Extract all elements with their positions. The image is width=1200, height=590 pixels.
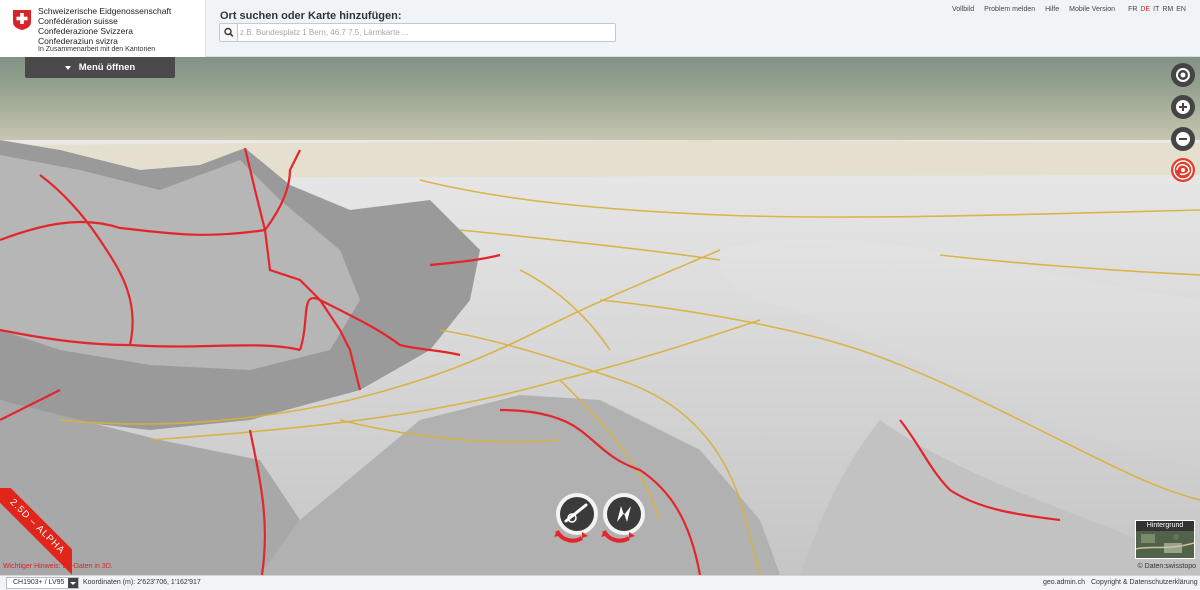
coordinates-display: Koordinaten (m): 2'623'706, 1'162'917 <box>83 579 201 586</box>
search-title: Ort suchen oder Karte hinzufügen: <box>220 10 402 22</box>
rotate-left-control[interactable] <box>554 493 598 543</box>
report-problem-link[interactable]: Problem melden <box>984 6 1035 13</box>
confederation-name-rm: Confederaziun svizra <box>38 36 118 46</box>
zoom-in-icon <box>1176 100 1190 114</box>
3d-toggle-icon <box>1173 160 1193 180</box>
attribution[interactable]: © Daten:swisstopo <box>1138 563 1196 570</box>
help-link[interactable]: Hilfe <box>1045 6 1059 13</box>
cantons-note: In Zusammenarbeit mit den Kantonen <box>38 46 156 53</box>
crs-select-value: CH1903+ / LV95 <box>13 579 65 586</box>
search-icon[interactable] <box>220 24 238 41</box>
confederation-name-it: Confederazione Svizzera <box>38 26 133 36</box>
lang-rm[interactable]: RM <box>1162 6 1173 13</box>
footer: CH1903+ / LV95 Koordinaten (m): 2'623'70… <box>0 575 1200 590</box>
background-selector-label: Hintergrund <box>1136 521 1194 531</box>
fullscreen-link[interactable]: Vollbild <box>952 6 974 13</box>
open-menu-label: Menü öffnen <box>78 62 136 73</box>
geolocate-icon <box>1176 68 1190 82</box>
chevron-down-icon <box>68 578 78 588</box>
lang-fr[interactable]: FR <box>1128 6 1137 13</box>
swiss-cross-icon <box>13 10 31 30</box>
copyright-link[interactable]: Copyright & Datenschutzerklärung <box>1091 579 1198 586</box>
zoom-out-icon <box>1176 132 1190 146</box>
important-notice-link[interactable]: Wichtiger Hinweis: 2D-Daten in 3D. <box>3 563 113 570</box>
top-bar: Schweizerische Eidgenossenschaft Confédé… <box>0 0 1200 57</box>
lang-en[interactable]: EN <box>1176 6 1186 13</box>
top-links: Vollbild Problem melden Hilfe Mobile Ver… <box>942 6 1186 13</box>
background-selector[interactable]: Hintergrund <box>1135 520 1195 559</box>
zoom-out-button[interactable] <box>1171 127 1195 151</box>
geoadmin-link[interactable]: geo.admin.ch <box>1043 579 1085 586</box>
open-menu-button[interactable]: Menü öffnen <box>25 57 175 78</box>
search-box[interactable] <box>219 23 616 42</box>
rotation-widget[interactable] <box>554 493 648 555</box>
compass-control[interactable] <box>601 493 645 543</box>
zoom-in-button[interactable] <box>1171 95 1195 119</box>
3d-toggle-button[interactable] <box>1171 158 1195 182</box>
lang-it[interactable]: IT <box>1153 6 1159 13</box>
confederation-name-de: Schweizerische Eidgenossenschaft <box>38 6 172 16</box>
mobile-version-link[interactable]: Mobile Version <box>1069 6 1115 13</box>
lang-de[interactable]: DE <box>1140 6 1150 13</box>
background-thumbnail <box>1136 531 1194 558</box>
geolocate-button[interactable] <box>1171 63 1195 87</box>
confederation-name-fr: Confédération suisse <box>38 16 118 26</box>
search-input[interactable] <box>240 25 612 40</box>
crs-select[interactable]: CH1903+ / LV95 <box>6 577 79 589</box>
language-switcher: FR DE IT RM EN <box>1125 6 1186 13</box>
confederation-logo[interactable]: Schweizerische Eidgenossenschaft Confédé… <box>0 0 206 57</box>
caret-down-icon <box>64 65 71 70</box>
